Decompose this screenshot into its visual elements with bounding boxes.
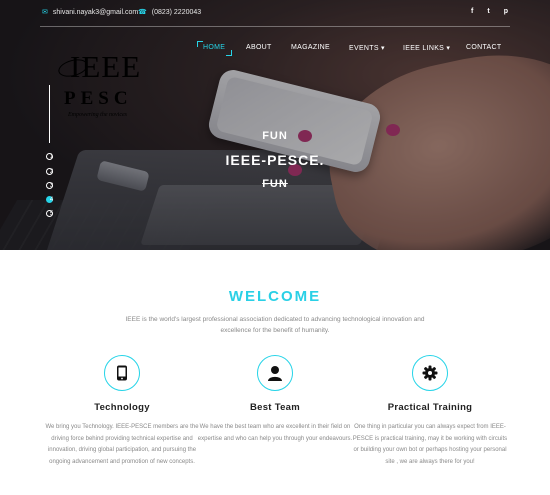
feature-icon-circle: [104, 355, 140, 391]
feature-title: Practical Training: [387, 402, 473, 413]
phone-text: (0823) 2220043: [151, 8, 202, 16]
logo-ieee: IEEE: [70, 49, 142, 84]
phone-icon: [117, 365, 127, 381]
hero-line-3: FUN: [262, 178, 288, 190]
hero-banner: ✉ shivani.nayak3@gmail.com ☎ (0823) 2220…: [0, 0, 550, 250]
slide-dot-5[interactable]: 5: [46, 210, 53, 217]
topbar-email[interactable]: ✉ shivani.nayak3@gmail.com: [42, 8, 139, 17]
nav-about[interactable]: ABOUT: [246, 44, 272, 51]
nav-home[interactable]: HOME: [203, 44, 225, 51]
mail-icon: ✉: [42, 9, 48, 16]
feature-description: We have the best team who are excellent …: [197, 424, 353, 442]
logo-pesc: PESC: [64, 88, 133, 109]
slide-dot-4[interactable]: 4: [46, 196, 53, 203]
feature-icon-circle: [257, 355, 293, 391]
user-icon: [268, 366, 282, 381]
nav-events[interactable]: EVENTS ▾: [349, 44, 385, 52]
feature-title: Best Team: [249, 402, 301, 413]
nav-ieee-links[interactable]: IEEE LINKS ▾: [403, 44, 450, 52]
phone-small-icon: ☎: [138, 9, 147, 16]
pinterest-icon[interactable]: p: [504, 8, 508, 15]
facebook-icon[interactable]: f: [471, 8, 473, 15]
slide-dot-2[interactable]: 2: [46, 168, 53, 175]
hero-line-1: FUN: [262, 130, 288, 142]
welcome-description: IEEE is the world's largest professional…: [125, 316, 425, 334]
email-text: shivani.nayak3@gmail.com: [52, 8, 139, 16]
social-links: f t p: [471, 8, 508, 15]
gear-icon: [422, 365, 438, 381]
nav-magazine[interactable]: MAGAZINE: [291, 44, 330, 51]
feature-description: We bring you Technology. IEEE-PESCE memb…: [45, 424, 199, 465]
feature-practical-training: Practical Training One thing in particul…: [350, 355, 510, 468]
feature-best-team: Best Team We have the best team who are …: [195, 355, 355, 445]
feature-technology: Technology We bring you Technology. IEEE…: [42, 355, 202, 468]
topbar-divider: [40, 26, 510, 27]
logo-tagline: Empowering the novices: [68, 112, 127, 118]
twitter-icon[interactable]: t: [487, 8, 489, 15]
feature-title: Technology: [94, 402, 150, 413]
main-nav: HOME ABOUT MAGAZINE EVENTS ▾ IEEE LINKS …: [0, 41, 550, 56]
nav-contact[interactable]: CONTACT: [466, 44, 501, 51]
hero-headline: IEEE-PESCE.: [225, 152, 325, 168]
site-logo[interactable]: IEEE PESC Empowering the novices: [56, 49, 156, 122]
topbar-phone[interactable]: ☎ (0823) 2220043: [138, 8, 202, 17]
feature-icon-circle: [412, 355, 448, 391]
welcome-title: WELCOME: [228, 288, 322, 305]
feature-description: One thing in particular you can always e…: [352, 424, 508, 465]
